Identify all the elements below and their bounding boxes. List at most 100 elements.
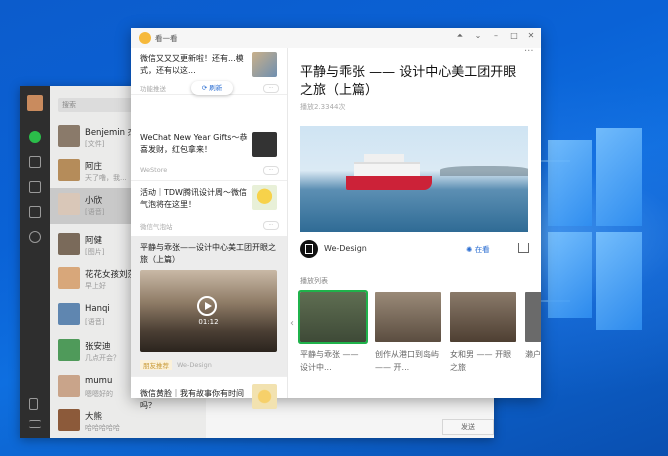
app-title: 看一看 <box>155 34 178 43</box>
chat-name: 张安迪 <box>85 342 111 352</box>
chat-preview: 几点开会？ <box>85 354 120 362</box>
article-source: WeStore <box>140 166 168 174</box>
article-thumbnail <box>252 185 277 210</box>
close-button[interactable]: ✕ <box>524 31 538 40</box>
chat-preview: 天了噜，我... <box>85 174 127 182</box>
chat-name: 小欣 <box>85 196 103 206</box>
more-pill[interactable]: ⋯ <box>263 84 279 93</box>
chat-icon[interactable] <box>29 131 41 143</box>
article-item[interactable]: 微信黄脸｜我有故事你有时间吗？ <box>131 378 287 418</box>
minimize-mini-icon[interactable]: ⌄ <box>471 31 485 40</box>
refresh-label: 刷新 <box>209 84 223 92</box>
chat-preview: 早上好 <box>85 282 106 290</box>
chat-name: 阿健 <box>85 236 103 246</box>
chat-name: 大熊 <box>85 412 103 422</box>
avatar <box>58 125 80 147</box>
title-bar: 看一看 ⏶ ⌄ – □ ✕ <box>131 28 541 49</box>
more-pill[interactable]: ⋯ <box>263 221 279 230</box>
minimize-button[interactable]: – <box>489 31 503 40</box>
avatar <box>58 193 80 215</box>
maximize-button[interactable]: □ <box>507 31 521 40</box>
chat-preview: 哈哈哈哈哈 <box>85 424 120 432</box>
avatar <box>58 409 80 431</box>
article-source: We-Design <box>177 361 212 369</box>
article-list: 微信又又又更新啦！还有...模式，还有以这... 功能推送 ⋯ ⟳ 刷新 WeC… <box>131 48 288 410</box>
playlist-item[interactable]: 创作从港口到岛屿 —— 开... <box>375 292 441 374</box>
playlist-thumbnail <box>450 292 516 342</box>
article-source: 功能推送 <box>140 85 166 93</box>
share-icon[interactable] <box>518 243 529 253</box>
favorites-icon[interactable] <box>29 181 41 193</box>
avatar <box>58 339 80 361</box>
chat-preview: [语音] <box>85 318 105 326</box>
playlist-label: 播放列表 <box>300 277 328 285</box>
article-title: 微信黄脸｜我有故事你有时间吗？ <box>140 389 244 410</box>
playlist-item[interactable]: 平静与乖张 —— 设计中... <box>300 292 366 374</box>
article-title: 活动｜TDW腾讯设计周～微信气泡将在这里！ <box>140 188 247 209</box>
avatar <box>58 159 80 181</box>
user-avatar[interactable] <box>27 95 43 111</box>
chevron-left-icon[interactable]: ‹ <box>290 318 294 329</box>
refresh-button[interactable]: ⟳ 刷新 <box>191 81 233 95</box>
chat-preview: [文件] <box>85 140 105 148</box>
article-item-selected[interactable]: 平静与乖张——设计中心美工团开眼之旅（上篇） 01:12 朋友推荐 We-Des… <box>131 236 287 377</box>
watch-label: 在看 <box>474 245 490 254</box>
article-thumbnail <box>252 52 277 77</box>
chat-preview: [语音] <box>85 208 105 216</box>
article-item[interactable]: WeChat New Year Gifts～恭喜发财，红包拿来！ WeStore… <box>131 128 287 181</box>
folder-icon[interactable] <box>29 206 41 218</box>
playlist-thumbnail <box>300 292 366 342</box>
article-title: WeChat New Year Gifts～恭喜发财，红包拿来！ <box>140 133 248 154</box>
article-item[interactable]: 活动｜TDW腾讯设计周～微信气泡将在这里！ 微信气泡站 ⋯ <box>131 180 287 237</box>
article-thumbnail <box>252 384 277 409</box>
playlist-item[interactable]: 濑户 <box>525 292 541 361</box>
article-title: 平静与乖张——设计中心美工团开眼之旅（上篇） <box>140 243 276 264</box>
view-count: 播放2.3344次 <box>300 103 346 111</box>
windows-logo <box>548 118 642 348</box>
avatar <box>58 375 80 397</box>
playlist-caption: 创作从港口到岛屿 —— 开... <box>375 350 439 372</box>
article-detail: ··· 平静与乖张 —— 设计中心美工团开眼之旅（上篇） 播放2.3344次 W… <box>288 48 541 398</box>
recommend-tag: 朋友推荐 <box>140 360 172 370</box>
top-stories-logo-icon <box>139 32 151 44</box>
detail-title: 平静与乖张 —— 设计中心美工团开眼之旅（上篇） <box>300 65 517 98</box>
phone-icon[interactable] <box>29 398 38 410</box>
author-name[interactable]: We-Design <box>324 244 367 253</box>
video-thumbnail[interactable]: 01:12 <box>140 270 277 352</box>
more-options-icon[interactable]: ··· <box>524 48 534 57</box>
refresh-icon: ⟳ <box>201 84 208 92</box>
avatar <box>58 303 80 325</box>
author-logo-icon[interactable] <box>300 240 318 258</box>
article-source: 微信气泡站 <box>140 223 173 231</box>
wechat-sidebar <box>20 86 50 438</box>
play-icon[interactable] <box>197 296 217 316</box>
distant-island <box>440 166 528 176</box>
author-bar: We-Design ✺ 在看 <box>300 240 529 260</box>
article-thumbnail <box>252 132 277 157</box>
playlist-caption: 女和男 —— 开眼之旅 <box>450 350 512 372</box>
chat-preview: 嗯嗯好的 <box>85 390 113 398</box>
chat-preview: [图片] <box>85 248 105 256</box>
avatar <box>58 267 80 289</box>
playlist-thumbnail <box>525 292 541 342</box>
chat-name: 阿庄 <box>85 162 103 172</box>
chat-name: 花花女孩刘莎 <box>85 270 137 280</box>
pin-icon[interactable]: ⏶ <box>453 31 467 41</box>
send-button[interactable]: 发送 <box>442 419 494 435</box>
playlist-caption: 平静与乖张 —— 设计中... <box>300 350 359 372</box>
top-stories-window: 看一看 ⏶ ⌄ – □ ✕ 微信又又又更新啦！还有...模式，还有以这... 功… <box>131 28 541 410</box>
contacts-icon[interactable] <box>29 156 41 168</box>
ferry-hull <box>346 176 432 190</box>
watch-button[interactable]: ✺ 在看 <box>466 244 490 255</box>
gear-icon: ✺ <box>466 245 473 254</box>
more-pill[interactable]: ⋯ <box>263 166 279 175</box>
video-duration: 01:12 <box>198 318 219 326</box>
moments-icon[interactable] <box>29 231 41 243</box>
playlist-caption: 濑户 <box>525 350 541 359</box>
cover-image[interactable] <box>300 126 528 232</box>
chat-name: Hanqi <box>85 304 110 314</box>
playlist-thumbnail <box>375 292 441 342</box>
chat-name: Benjemin 杰 <box>85 128 137 138</box>
menu-icon[interactable] <box>29 420 41 428</box>
playlist-item[interactable]: 女和男 —— 开眼之旅 <box>450 292 516 374</box>
